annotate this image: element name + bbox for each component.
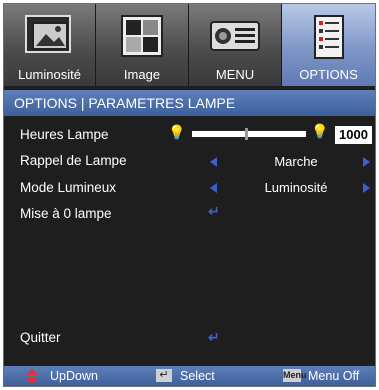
lamp-hours-value: 1000 (335, 126, 372, 144)
arrow-left-icon[interactable] (210, 183, 217, 193)
image-icon (121, 15, 163, 57)
arrow-left-icon[interactable] (210, 157, 217, 167)
footer-select: Select (180, 369, 215, 383)
enter-icon[interactable]: ↵ (208, 329, 220, 346)
bulb-bright-icon: 💡 (311, 123, 329, 139)
mode-lumineux-label: Mode Lumineux (20, 180, 117, 195)
section-title: OPTIONS | PARAMETRES LAMPE (4, 90, 375, 116)
options-list-icon (313, 15, 344, 59)
lamp-hours-slider[interactable] (192, 131, 306, 137)
enter-key-icon: ↵ (156, 369, 172, 382)
mise-a-zero-label[interactable]: Mise à 0 lampe (20, 206, 112, 221)
updown-arrows-icon (26, 369, 38, 384)
tab-label: OPTIONS (299, 67, 358, 82)
arrow-right-icon[interactable] (363, 183, 370, 193)
quitter-label[interactable]: Quitter (20, 330, 61, 345)
rappel-lampe-label: Rappel de Lampe (20, 153, 127, 168)
menu-key-icon: Menu (283, 369, 307, 382)
tab-options[interactable]: OPTIONS (282, 4, 375, 86)
tab-bar: Luminosité Image MENU OPTIONS (4, 4, 375, 86)
heures-lampe-label: Heures Lampe (20, 127, 109, 142)
mode-lumineux-value[interactable]: Luminosité (236, 180, 356, 195)
rappel-lampe-value[interactable]: Marche (236, 154, 356, 169)
arrow-right-icon[interactable] (363, 157, 370, 167)
tab-label: MENU (215, 67, 255, 82)
projector-icon (210, 21, 260, 51)
slider-knob[interactable] (245, 128, 248, 140)
enter-icon[interactable]: ↵ (208, 203, 220, 220)
footer-updown: UpDown (50, 369, 98, 383)
tab-label: Luminosité (18, 67, 81, 82)
tab-label: Image (123, 67, 161, 82)
bulb-dim-icon: 💡 (168, 124, 186, 140)
tab-menu[interactable]: MENU (189, 4, 282, 86)
tab-image[interactable]: Image (96, 4, 189, 86)
footer-bar: UpDown ↵ Select Menu Menu Off (4, 366, 375, 386)
footer-menu-off: Menu Off (308, 369, 360, 383)
tab-luminosite[interactable]: Luminosité (4, 4, 96, 86)
osd-menu: Luminosité Image MENU OPTIONS OPTIONS | … (3, 3, 376, 387)
picture-icon (24, 15, 71, 53)
